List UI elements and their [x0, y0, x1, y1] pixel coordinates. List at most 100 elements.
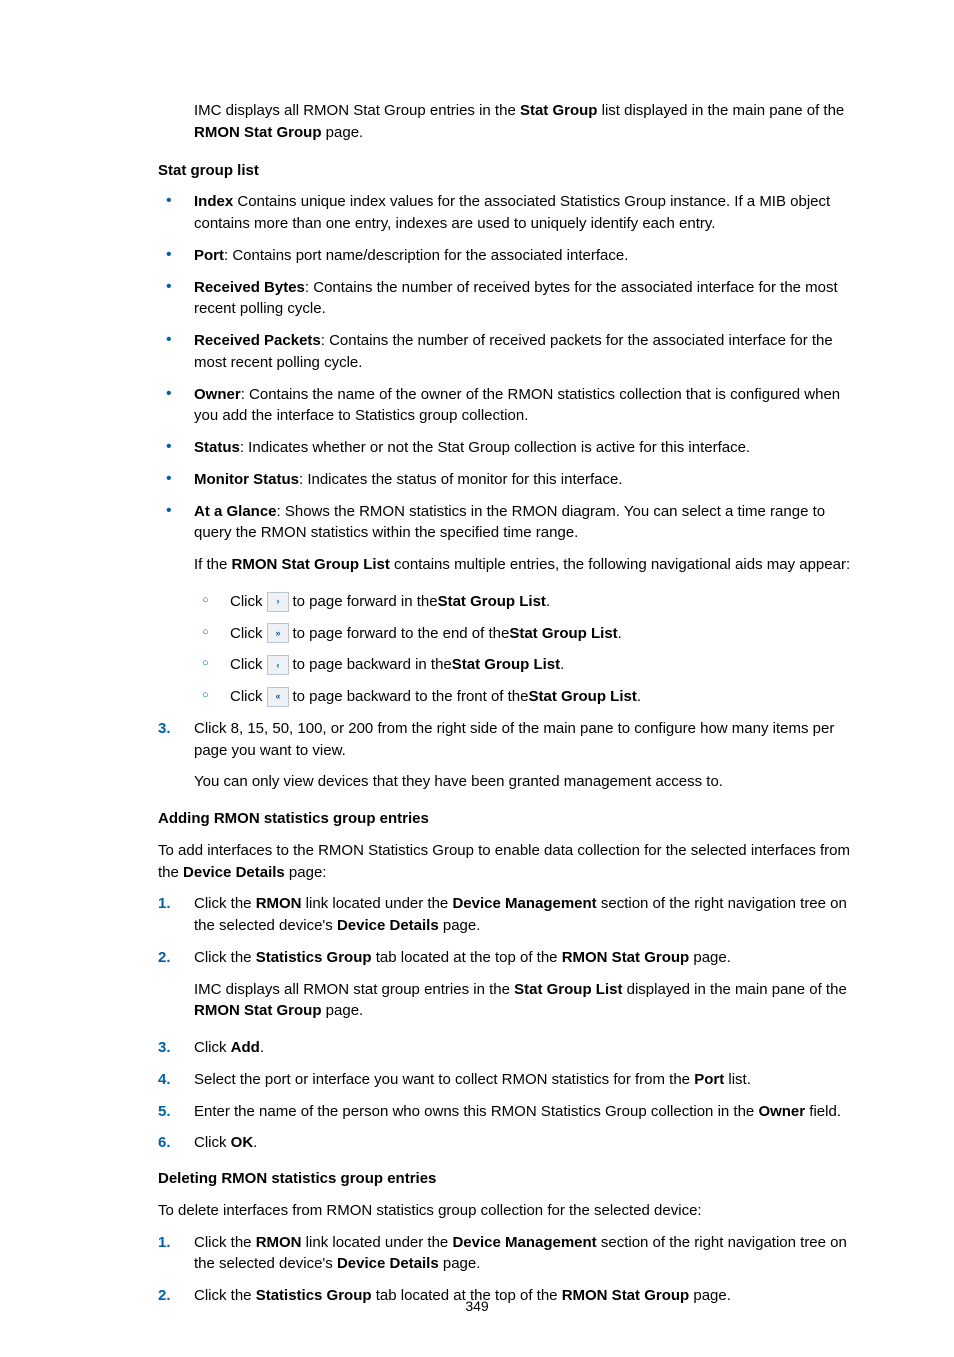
text: field. — [805, 1103, 841, 1120]
page-backward-icon: ‹ — [267, 655, 289, 675]
list-item: Click « to page backward to the front of… — [194, 686, 864, 708]
text: IMC displays all RMON stat group entries… — [194, 981, 514, 998]
definition: : Shows the RMON statistics in the RMON … — [194, 503, 825, 542]
text: page: — [285, 864, 327, 881]
text: page. — [322, 124, 364, 141]
text: Click — [194, 1134, 231, 1151]
text-bold: Stat Group List — [438, 591, 546, 613]
step-item: Click OK. — [158, 1132, 864, 1154]
text: link located under the — [302, 895, 453, 912]
list-item: Received Bytes: Contains the number of r… — [158, 277, 864, 321]
intro-paragraph: IMC displays all RMON Stat Group entries… — [194, 100, 864, 144]
text: Click — [230, 686, 263, 708]
text: Click — [194, 1039, 231, 1056]
definition: Contains unique index values for the ass… — [194, 193, 830, 232]
text: Click 8, 15, 50, 100, or 200 from the ri… — [194, 720, 834, 759]
text: . — [546, 591, 550, 613]
term: Received Packets — [194, 332, 321, 349]
text-bold: RMON Stat Group — [194, 124, 322, 141]
term: Index — [194, 193, 233, 210]
text-bold: Stat Group List — [529, 686, 637, 708]
text-bold: Owner — [758, 1103, 805, 1120]
intro-paragraph: To delete interfaces from RMON statistic… — [158, 1200, 864, 1222]
text: to page forward to the end of the — [293, 623, 510, 645]
intro-paragraph: To add interfaces to the RMON Statistics… — [158, 840, 864, 884]
text: Click — [230, 654, 263, 676]
list-item: Index Contains unique index values for t… — [158, 191, 864, 235]
text: to page forward in the — [293, 591, 438, 613]
text-bold: Statistics Group — [256, 949, 372, 966]
note-paragraph: If the RMON Stat Group List contains mul… — [194, 554, 864, 576]
text: page. — [439, 917, 481, 934]
text: tab located at the top of the — [372, 949, 562, 966]
text: . — [560, 654, 564, 676]
nav-aid-list: Click › to page forward in the Stat Grou… — [194, 591, 864, 708]
list-item: Port: Contains port name/description for… — [158, 245, 864, 267]
step-item: Click 8, 15, 50, 100, or 200 from the ri… — [158, 718, 864, 793]
definition: : Contains the name of the owner of the … — [194, 386, 840, 425]
text-bold: RMON — [256, 1234, 302, 1251]
term: Port — [194, 247, 224, 264]
list-item: At a Glance: Shows the RMON statistics i… — [158, 501, 864, 708]
text: to page backward in the — [293, 654, 452, 676]
step-item: Click the RMON link located under the De… — [158, 1232, 864, 1276]
text: page. — [689, 949, 731, 966]
text: . — [618, 623, 622, 645]
text: Click — [230, 591, 263, 613]
page-forward-icon: › — [267, 592, 289, 612]
text: list. — [724, 1071, 751, 1088]
text-bold: Stat Group — [520, 102, 598, 119]
text: Enter the name of the person who owns th… — [194, 1103, 758, 1120]
step-item: Click the RMON link located under the De… — [158, 893, 864, 937]
step-item: Click Add. — [158, 1037, 864, 1059]
text-bold: Device Details — [337, 1255, 439, 1272]
text: page. — [439, 1255, 481, 1272]
page-number: 349 — [0, 1296, 954, 1316]
continued-steps: Click 8, 15, 50, 100, or 200 from the ri… — [158, 718, 864, 793]
definition: : Contains port name/description for the… — [224, 247, 628, 264]
text: . — [637, 686, 641, 708]
term: At a Glance — [194, 503, 277, 520]
deleting-steps: Click the RMON link located under the De… — [158, 1232, 864, 1307]
note-paragraph: You can only view devices that they have… — [194, 771, 864, 793]
text-bold: RMON Stat Group List — [232, 556, 390, 573]
step-item: Click the Statistics Group tab located a… — [158, 947, 864, 1022]
text: displayed in the main pane of the — [622, 981, 846, 998]
list-item: Status: Indicates whether or not the Sta… — [158, 437, 864, 459]
text: list displayed in the main pane of the — [597, 102, 844, 119]
term: Owner — [194, 386, 241, 403]
text: If the — [194, 556, 232, 573]
term: Received Bytes — [194, 279, 305, 296]
term: Monitor Status — [194, 471, 299, 488]
text-bold: OK — [231, 1134, 254, 1151]
text: . — [260, 1039, 264, 1056]
section-heading: Deleting RMON statistics group entries — [158, 1168, 864, 1190]
list-item: Click › to page forward in the Stat Grou… — [194, 591, 864, 613]
document-page: IMC displays all RMON Stat Group entries… — [0, 0, 954, 1357]
text-bold: Add — [231, 1039, 260, 1056]
adding-steps: Click the RMON link located under the De… — [158, 893, 864, 1154]
text: Click the — [194, 949, 256, 966]
list-item: Received Packets: Contains the number of… — [158, 330, 864, 374]
definition: : Indicates whether or not the Stat Grou… — [240, 439, 750, 456]
text: . — [253, 1134, 257, 1151]
text-bold: Device Management — [452, 1234, 596, 1251]
text-bold: Stat Group List — [514, 981, 622, 998]
text-bold: Device Management — [452, 895, 596, 912]
section-heading: Adding RMON statistics group entries — [158, 808, 864, 830]
text: IMC displays all RMON Stat Group entries… — [194, 102, 520, 119]
text-bold: Stat Group List — [452, 654, 560, 676]
text: Click the — [194, 1234, 256, 1251]
list-item: Owner: Contains the name of the owner of… — [158, 384, 864, 428]
note-paragraph: IMC displays all RMON stat group entries… — [194, 979, 864, 1023]
section-heading: Stat group list — [158, 160, 864, 182]
page-end-icon: » — [267, 623, 289, 643]
text-bold: Port — [694, 1071, 724, 1088]
text-bold: Device Details — [337, 917, 439, 934]
text-bold: RMON Stat Group — [562, 949, 690, 966]
text: link located under the — [302, 1234, 453, 1251]
definition: : Indicates the status of monitor for th… — [299, 471, 623, 488]
stat-group-list: Index Contains unique index values for t… — [158, 191, 864, 708]
page-front-icon: « — [267, 687, 289, 707]
text-bold: RMON — [256, 895, 302, 912]
